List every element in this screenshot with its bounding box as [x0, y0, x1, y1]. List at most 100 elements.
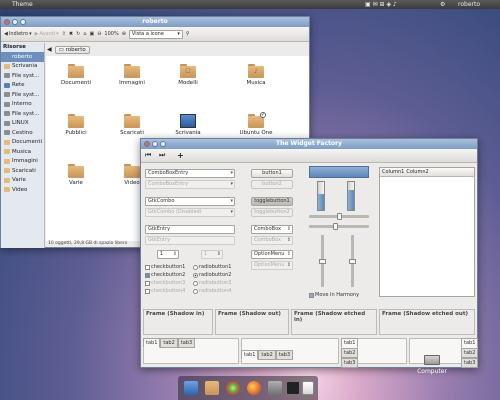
- togglebutton1[interactable]: togglebutton1: [251, 197, 293, 206]
- spinbutton[interactable]: 1 ⇕: [157, 250, 179, 259]
- close-icon[interactable]: [4, 19, 10, 25]
- terminal-icon[interactable]: [286, 381, 300, 395]
- computer-icon[interactable]: ▣: [89, 31, 94, 37]
- comboboxentry[interactable]: ComboBoxEntry ▾: [145, 169, 235, 178]
- checkbutton-2[interactable]: checkbutton2: [145, 272, 185, 278]
- sidebar-item-label: Musica: [12, 148, 32, 155]
- maximize-icon[interactable]: [160, 141, 166, 147]
- sidebar-item[interactable]: Rete: [1, 81, 44, 91]
- widget-factory-titlebar[interactable]: The Widget Factory: [141, 139, 477, 149]
- chrome-icon[interactable]: [226, 381, 240, 395]
- zoom-out-icon[interactable]: ⊖: [97, 31, 101, 37]
- folder-item[interactable]: ✓ Ubuntu One: [238, 112, 274, 136]
- sidebar-item[interactable]: roberto: [1, 52, 44, 62]
- move-in-harmony-check[interactable]: Move In Harmony: [309, 292, 359, 298]
- tab-3[interactable]: tab3: [341, 358, 359, 368]
- folder-item[interactable]: Pubblici: [58, 114, 94, 136]
- sidebar-item[interactable]: Cestino: [1, 128, 44, 138]
- tab-2[interactable]: tab2: [258, 350, 276, 360]
- radiobutton-2[interactable]: radiobutton2: [193, 272, 231, 278]
- files-icon[interactable]: [205, 381, 219, 395]
- horizontal-scale-2[interactable]: [309, 223, 369, 230]
- minimize-icon[interactable]: [12, 19, 18, 25]
- stop-icon[interactable]: ✖: [69, 31, 73, 37]
- tab-2[interactable]: tab2: [461, 348, 479, 358]
- tab-1[interactable]: tab1: [461, 338, 479, 348]
- folder-icon: [124, 114, 140, 128]
- add-icon[interactable]: +: [177, 151, 184, 160]
- tab-1[interactable]: tab1: [241, 350, 259, 360]
- sidebar-item[interactable]: Varie: [1, 176, 44, 186]
- gtkentry[interactable]: GtkEntry: [145, 225, 235, 234]
- radiobutton-1[interactable]: radiobutton1: [193, 264, 231, 270]
- tab-2[interactable]: tab2: [160, 338, 178, 348]
- firefox-icon[interactable]: [247, 381, 261, 395]
- sidebar-item[interactable]: File syst...: [1, 90, 44, 100]
- sidebar-item[interactable]: Immagini: [1, 157, 44, 167]
- folder-item[interactable]: Scaricati: [114, 114, 150, 136]
- button1[interactable]: button1: [251, 169, 293, 178]
- tab-3[interactable]: tab3: [275, 350, 294, 360]
- vertical-scale-2[interactable]: [349, 235, 356, 287]
- path-button-home[interactable]: ▭ roberto: [54, 45, 90, 54]
- folder-label: Modelli: [178, 80, 198, 86]
- folder-item[interactable]: Documenti: [58, 64, 94, 86]
- search-icon[interactable]: ⚲: [186, 31, 190, 37]
- column-header-2[interactable]: Column2: [406, 168, 428, 176]
- tab-3[interactable]: tab3: [461, 358, 479, 368]
- tab-2[interactable]: tab2: [341, 348, 359, 358]
- network-icon[interactable]: ⚙: [440, 1, 445, 8]
- sidebar-item[interactable]: File syst...: [1, 71, 44, 81]
- tab-3[interactable]: tab3: [177, 338, 196, 348]
- file-manager-titlebar[interactable]: roberto: [1, 17, 309, 27]
- view-select[interactable]: Vista a icone ▾: [128, 29, 183, 39]
- first-icon[interactable]: ⏮: [145, 151, 151, 160]
- sidebar-item[interactable]: LINUX: [1, 119, 44, 129]
- back-button[interactable]: ◀ Indietro ▾: [4, 31, 32, 37]
- folder-item[interactable]: Immagini: [114, 64, 150, 86]
- sidebar-item-label: Interno: [12, 101, 32, 108]
- tab-1[interactable]: tab1: [143, 338, 161, 348]
- reload-icon[interactable]: ↻: [76, 31, 80, 37]
- folder-item[interactable]: Scrivania: [170, 114, 206, 136]
- desktop-computer[interactable]: Computer: [414, 355, 450, 375]
- folder-icon: ☐: [180, 64, 196, 78]
- forward-button[interactable]: ▶ Avanti ▾: [35, 31, 59, 37]
- up-icon[interactable]: ⇧: [62, 31, 66, 37]
- sidebar-item[interactable]: Scaricati: [1, 166, 44, 176]
- sidebar-item[interactable]: Video: [1, 185, 44, 195]
- folder-label: Immagini: [119, 80, 145, 86]
- folder-label: Ubuntu One: [239, 130, 273, 136]
- last-icon[interactable]: ⏭: [159, 151, 165, 160]
- close-icon[interactable]: [144, 141, 150, 147]
- sidebar-item[interactable]: Scrivania: [1, 62, 44, 72]
- vertical-scrollbar-1[interactable]: [317, 181, 325, 211]
- sidebar-item[interactable]: File syst...: [1, 109, 44, 119]
- path-left-arrow[interactable]: ◀: [47, 46, 52, 53]
- settings-icon[interactable]: [268, 381, 282, 395]
- gtkcombo[interactable]: GtkCombo ▾: [145, 197, 235, 206]
- optionmenu[interactable]: OptionMenu ⇕: [251, 250, 293, 259]
- vertical-scale-1[interactable]: [319, 235, 326, 287]
- sidebar-item[interactable]: Documenti: [1, 138, 44, 148]
- launcher-icon[interactable]: [184, 381, 198, 395]
- text-editor-icon[interactable]: [302, 381, 314, 395]
- home-icon[interactable]: ⌂: [83, 31, 86, 37]
- tab-1[interactable]: tab1: [341, 338, 359, 348]
- folder-item[interactable]: ☐ Modelli: [170, 64, 206, 86]
- zoom-in-icon[interactable]: ⊕: [122, 31, 126, 37]
- minimize-icon[interactable]: [152, 141, 158, 147]
- sidebar-item[interactable]: Musica: [1, 147, 44, 157]
- maximize-icon[interactable]: [20, 19, 26, 25]
- vertical-scrollbar-2[interactable]: [347, 181, 355, 211]
- folder-item[interactable]: Varie: [58, 164, 94, 186]
- horizontal-scale-1[interactable]: [309, 213, 369, 220]
- treeview[interactable]: Column1 Column2: [379, 167, 475, 297]
- sidebar-item[interactable]: Interno: [1, 100, 44, 110]
- tray-icons[interactable]: ▣ ✉ ⊞ ◈ ♪: [365, 1, 397, 8]
- column-header-1[interactable]: Column1: [382, 168, 404, 176]
- checkbutton-1[interactable]: checkbutton1: [145, 264, 185, 270]
- combobox[interactable]: ComboBox ⇕: [251, 225, 293, 234]
- folder-item[interactable]: ♪ Musica: [238, 64, 274, 86]
- username[interactable]: roberto: [458, 1, 480, 8]
